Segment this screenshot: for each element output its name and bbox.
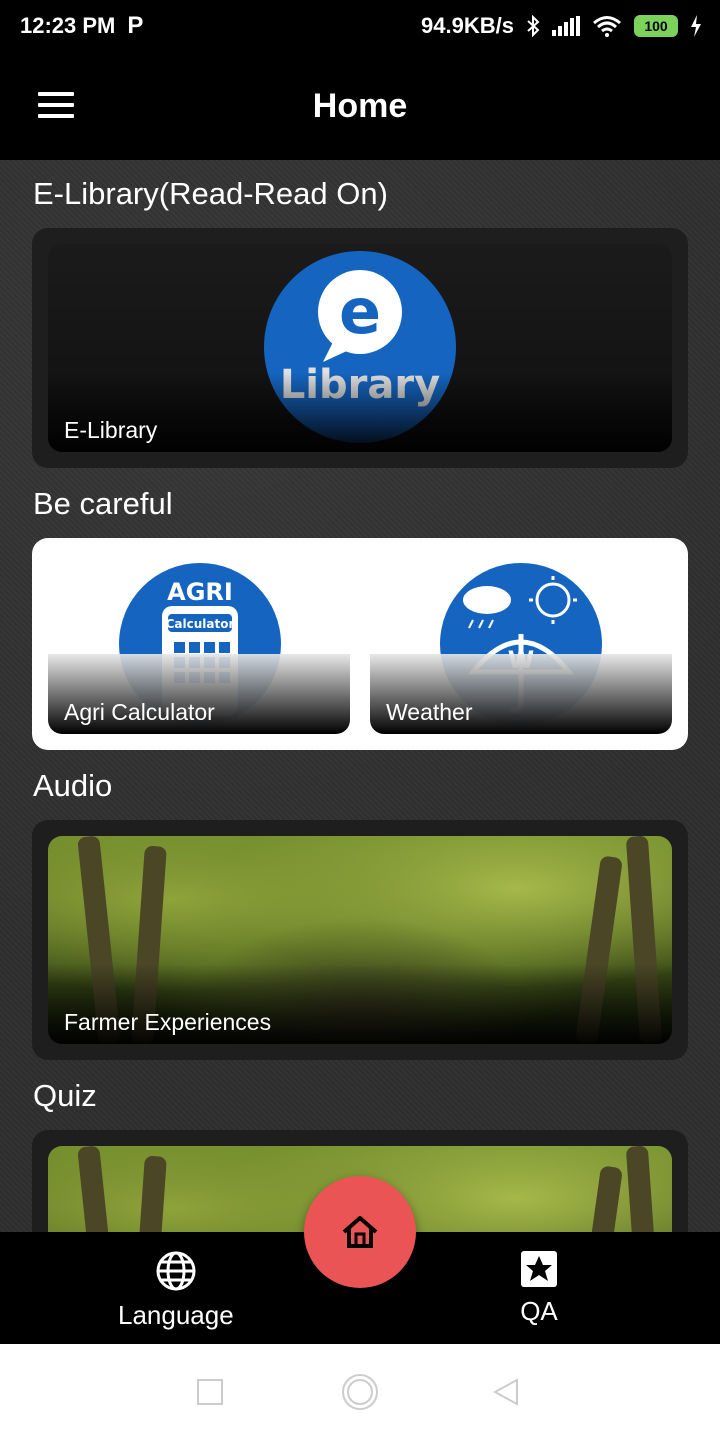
agri-icon-heading: AGRI — [167, 578, 233, 606]
nav-language[interactable]: Language — [118, 1250, 234, 1331]
tree-trunk — [77, 1146, 121, 1232]
network-speed: 94.9KB/s — [421, 13, 514, 38]
signal-icon — [552, 16, 580, 36]
agri-calculator-tile[interactable]: AGRI Calculator Agri Calculator — [48, 554, 350, 734]
elibrary-tile-label: E-Library — [64, 417, 158, 443]
status-bar: 12:23 PM P 94.9KB/s 100 — [0, 0, 720, 52]
recent-apps-icon[interactable] — [197, 1379, 223, 1405]
nav-qa-label: QA — [520, 1296, 558, 1326]
farmer-experiences-label: Farmer Experiences — [64, 1009, 272, 1035]
home-content[interactable]: E-Library(Read-Read On) e Library E-Libr… — [0, 160, 720, 1232]
be-careful-card: AGRI Calculator Agri Calculator Weather — [32, 538, 688, 750]
section-title-quiz: Quiz — [33, 1078, 97, 1113]
tree-trunk — [625, 1146, 663, 1232]
elibrary-card: e Library E-Library — [32, 228, 688, 468]
system-navigation-bar — [0, 1344, 720, 1440]
wifi-icon — [593, 16, 621, 37]
status-left: 12:23 PM P — [20, 12, 143, 40]
battery-icon: 100 — [634, 15, 678, 37]
app-bar: Home — [0, 52, 720, 160]
status-right: 94.9KB/s 100 — [421, 13, 702, 39]
weather-label: Weather — [386, 699, 473, 725]
bluetooth-icon — [527, 15, 540, 37]
elibrary-logo-letter: e — [339, 275, 381, 348]
home-icon — [342, 1216, 378, 1248]
home-button[interactable] — [304, 1176, 416, 1288]
hamburger-menu-icon[interactable] — [38, 92, 74, 118]
page-title: Home — [312, 86, 408, 125]
status-time: 12:23 PM — [20, 13, 116, 38]
farmer-experiences-tile[interactable]: Farmer Experiences — [48, 836, 672, 1044]
agri-icon-sub: Calculator — [166, 617, 235, 631]
parking-app-icon: P — [127, 12, 144, 39]
audio-card: Farmer Experiences — [32, 820, 688, 1060]
home-nav-icon[interactable] — [341, 1373, 379, 1411]
nav-language-label: Language — [118, 1300, 234, 1330]
tree-trunk — [131, 1155, 167, 1232]
tree-trunk — [575, 1165, 623, 1232]
nav-qa[interactable]: QA — [520, 1250, 558, 1327]
section-title-audio: Audio — [33, 768, 113, 803]
qa-icon — [521, 1251, 557, 1287]
charging-icon — [691, 15, 701, 37]
back-icon[interactable] — [493, 1378, 519, 1406]
elibrary-tile[interactable]: e Library E-Library — [48, 244, 672, 452]
weather-tile[interactable]: W Weather — [370, 554, 672, 734]
section-title-be-careful: Be careful — [33, 486, 173, 521]
agri-calculator-label: Agri Calculator — [64, 699, 215, 725]
section-title-elibrary: E-Library(Read-Read On) — [33, 176, 388, 211]
globe-icon — [156, 1251, 196, 1291]
